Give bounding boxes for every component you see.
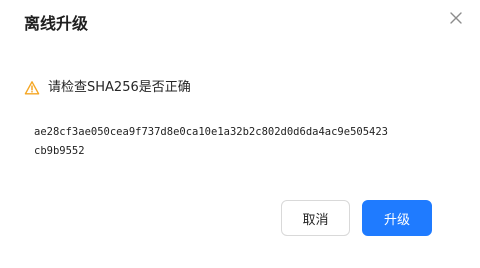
offline-upgrade-dialog: 离线升级 请检查SHA256是否正确 ae28cf3ae050cea9f737d… (0, 0, 480, 268)
warning-message: 请检查SHA256是否正确 (24, 79, 191, 97)
cancel-button[interactable]: 取消 (281, 200, 350, 236)
upgrade-button[interactable]: 升级 (362, 200, 432, 236)
hash-line: ae28cf3ae050cea9f737d8e0ca10e1a32b2c802d… (34, 126, 389, 138)
hash-line: cb9b9552 (34, 145, 85, 157)
warning-text: 请检查SHA256是否正确 (48, 80, 191, 95)
close-icon[interactable] (447, 9, 465, 27)
warning-triangle-icon (24, 81, 40, 95)
dialog-title: 离线升级 (24, 14, 89, 33)
sha256-hash: ae28cf3ae050cea9f737d8e0ca10e1a32b2c802d… (34, 123, 454, 161)
